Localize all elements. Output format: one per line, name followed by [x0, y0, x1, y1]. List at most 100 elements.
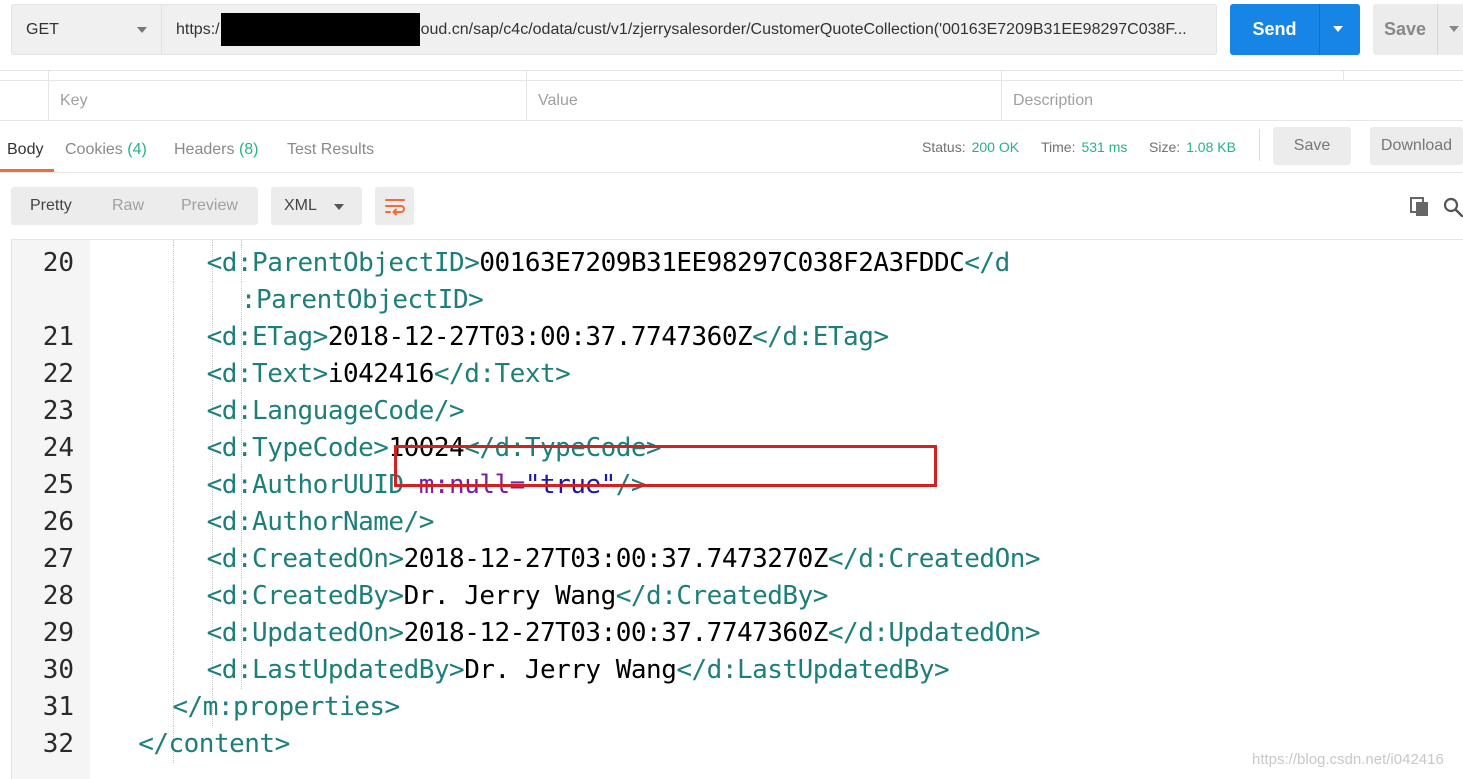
code-text: </m:properties> — [172, 689, 400, 726]
send-divider — [1319, 4, 1320, 55]
xml-tag-token: </m:properties> — [172, 692, 400, 722]
xml-tag-token: </d:Text> — [433, 359, 571, 389]
xml-tag-token: </d:UpdatedOn> — [827, 618, 1041, 648]
code-text: :ParentObjectID> — [240, 282, 484, 319]
response-toolbar: Pretty Raw Preview XML — [0, 173, 1463, 239]
code-text: <d:LanguageCode/> — [207, 393, 465, 430]
code-line: 26 <d:AuthorName/> — [12, 504, 1463, 541]
param-value-input[interactable]: Value — [526, 81, 1001, 121]
view-mode-segmented: Pretty Raw Preview — [11, 187, 258, 225]
line-number: 24 — [42, 433, 74, 463]
indent-guide — [172, 467, 174, 504]
line-number: 27 — [42, 544, 74, 574]
code-text: <d:CreatedBy>Dr. Jerry Wang</d:CreatedBy… — [207, 578, 829, 615]
format-label: XML — [284, 197, 317, 214]
line-number: 21 — [42, 322, 74, 352]
xml-text-token: 2018-12-27T03:00:37.7473270Z — [403, 544, 829, 574]
xml-tag-token: </d:CreatedBy> — [615, 581, 829, 611]
xml-tag-token: <d:ParentObjectID> — [206, 248, 480, 278]
line-number: 28 — [42, 581, 74, 611]
line-number: 20 — [42, 248, 74, 278]
headers-count-badge: (8) — [238, 141, 259, 158]
wrap-lines-button[interactable] — [375, 187, 414, 225]
indent-guide — [172, 652, 174, 689]
code-line: 29 <d:UpdatedOn>2018-12-27T03:00:37.77473… — [12, 615, 1463, 652]
request-bar: GET https:/ oud.cn/sap/c4c/odata/cust/v1/… — [0, 0, 1463, 70]
xml-tag-token: <d:LastUpdatedBy> — [206, 655, 465, 685]
url-input[interactable]: https:/ oud.cn/sap/c4c/odata/cust/v1/zjer… — [161, 4, 1217, 55]
params-row-previous — [0, 70, 1463, 81]
tab-test-results[interactable]: Test Results — [287, 141, 374, 159]
response-body-editor[interactable]: 19<d:ObjectID>00163E7209B31EE982B072C700… — [11, 239, 1463, 779]
indent-guide — [172, 393, 174, 430]
code-line: 32 </content> — [12, 726, 1463, 763]
code-line: 30 <d:LastUpdatedBy>Dr. Jerry Wang</d:Las… — [12, 652, 1463, 689]
xml-tag-token: <d:UpdatedOn> — [206, 618, 405, 648]
tab-body[interactable]: Body — [7, 141, 43, 159]
save-response-button[interactable]: Save — [1273, 127, 1351, 165]
xml-tag-token: <d:AuthorUUID — [206, 470, 419, 500]
code-text: <d:UpdatedOn>2018-12-27T03:00:37.7747360… — [206, 615, 1041, 652]
xml-tag-token: <d:Text> — [206, 359, 329, 389]
param-description-input[interactable]: Description — [1001, 81, 1463, 121]
tab-cookies[interactable]: Cookies (4) — [65, 141, 147, 159]
line-number: 22 — [42, 359, 74, 389]
code-text: <d:LastUpdatedBy>Dr. Jerry Wang</d:LastU… — [207, 652, 950, 689]
chevron-down-icon — [334, 204, 344, 210]
url-prefix: https:/ — [176, 20, 220, 38]
chevron-down-icon[interactable] — [1333, 26, 1343, 32]
xml-tag-token: <d:LanguageCode/> — [206, 396, 465, 426]
param-key-input[interactable]: Key — [48, 81, 526, 121]
mode-pretty[interactable]: Pretty — [30, 197, 72, 215]
time-value: 531 ms — [1081, 139, 1128, 155]
status-value: 200 OK — [971, 139, 1020, 155]
download-button[interactable]: Download — [1370, 127, 1463, 165]
mode-raw[interactable]: Raw — [112, 197, 144, 215]
chevron-down-icon — [137, 27, 147, 33]
xml-text-token: Dr. Jerry Wang — [464, 655, 677, 685]
send-label: Send — [1252, 19, 1297, 39]
status-divider — [1259, 129, 1260, 161]
line-number: 23 — [42, 396, 74, 426]
indent-guide — [172, 245, 174, 282]
tab-headers[interactable]: Headers (8) — [174, 141, 259, 159]
xml-tag-token: <d:AuthorName/> — [206, 507, 435, 537]
xml-tag-token: </content> — [138, 729, 290, 759]
copy-icon[interactable] — [1410, 197, 1430, 217]
code-text: <d:Text>i042416</d:Text> — [207, 356, 571, 393]
redacted-host — [220, 13, 420, 46]
mode-preview[interactable]: Preview — [181, 197, 238, 215]
wrap-lines-icon — [385, 199, 405, 216]
cookies-count-badge: (4) — [127, 141, 147, 158]
search-icon[interactable] — [1443, 197, 1463, 217]
send-button[interactable]: Send — [1230, 4, 1360, 55]
code-text: <d:AuthorName/> — [206, 504, 435, 541]
url-suffix: oud.cn/sap/c4c/odata/cust/v1/zjerrysales… — [420, 20, 1187, 38]
params-table: Key Value Description — [0, 70, 1463, 122]
code-text: </content> — [138, 726, 290, 763]
xml-text-token: 2018-12-27T03:00:37.7747360Z — [403, 618, 829, 648]
tab-cookies-label: Cookies — [65, 141, 123, 158]
save-request-button[interactable]: Save — [1373, 4, 1463, 55]
code-line: 21 <d:ETag>2018-12-27T03:00:37.7747360Z</… — [12, 319, 1463, 356]
xml-text-token: 00163E7209B31EE982B072C700209665 — [388, 240, 873, 241]
indent-guide — [172, 541, 174, 578]
line-number: 31 — [42, 692, 74, 722]
active-tab-indicator — [0, 169, 54, 172]
size-value: 1.08 KB — [1186, 139, 1236, 155]
xml-tag-token: </d:LastUpdatedBy> — [676, 655, 950, 685]
xml-tag-token: <d:TypeCode> — [206, 433, 389, 463]
code-line: 22 <d:Text>i042416</d:Text> — [12, 356, 1463, 393]
indent-guide — [172, 282, 174, 319]
xml-tag-token: :ParentObjectID> — [240, 285, 484, 315]
save-label: Save — [1384, 19, 1427, 39]
xml-text-token: i042416 — [327, 359, 435, 389]
code-text: <d:ETag>2018-12-27T03:00:37.7747360Z</d:… — [207, 319, 889, 356]
code-text: <d:CreatedOn>2018-12-27T03:00:37.7473270… — [207, 541, 1041, 578]
save-divider — [1437, 4, 1438, 55]
format-select[interactable]: XML — [271, 187, 362, 225]
code-lines: 19<d:ObjectID>00163E7209B31EE982B072C700… — [12, 240, 1463, 763]
watermark: https://blog.csdn.net/i042416 — [1252, 751, 1444, 768]
chevron-down-icon[interactable] — [1449, 26, 1459, 32]
method-select[interactable]: GET — [11, 4, 161, 55]
